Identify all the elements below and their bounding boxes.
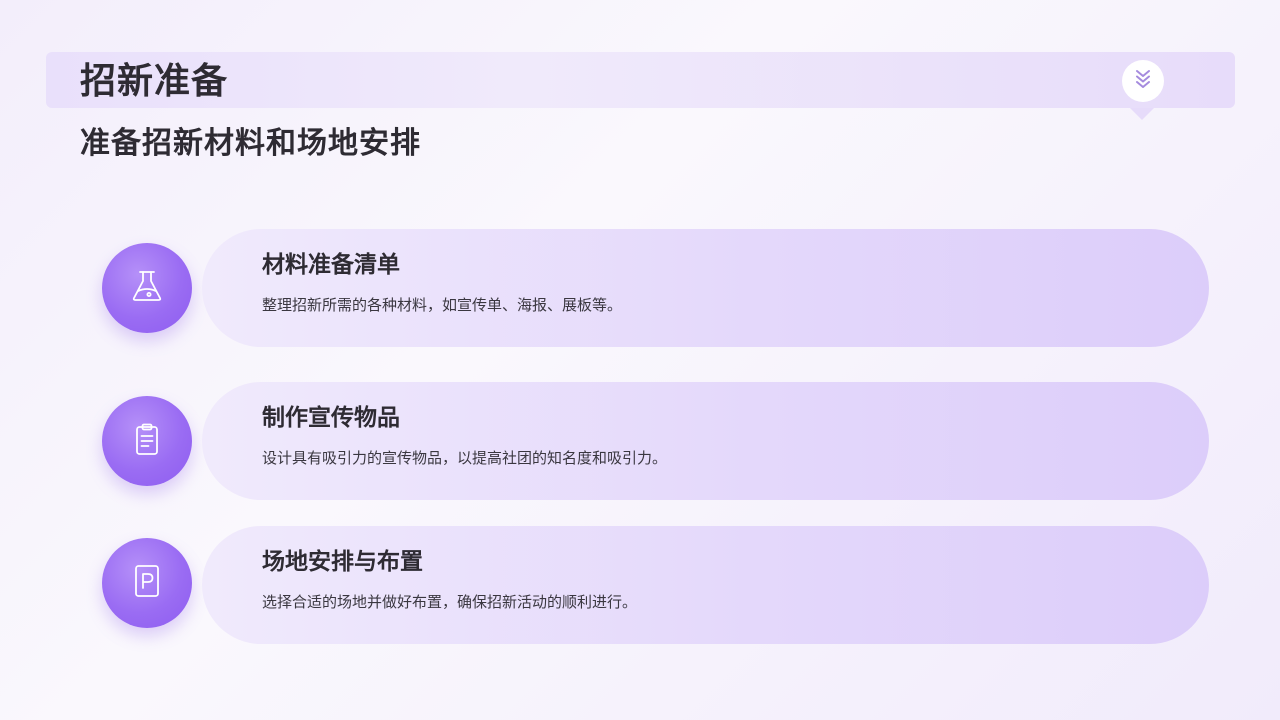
clipboard-icon: [127, 419, 167, 463]
list-item: 材料准备清单 整理招新所需的各种材料，如宣传单、海报、展板等。: [202, 229, 1209, 347]
item-title: 材料准备清单: [262, 252, 400, 278]
item-title: 场地安排与布置: [262, 549, 423, 575]
scroll-down-badge[interactable]: [1122, 60, 1164, 102]
parking-icon: [127, 561, 167, 605]
badge-pointer: [1130, 108, 1154, 120]
page-title: 招新准备: [80, 61, 229, 102]
item-title: 制作宣传物品: [262, 405, 400, 431]
item-description: 设计具有吸引力的宣传物品，以提高社团的知名度和吸引力。: [262, 449, 668, 467]
item-icon-circle: [102, 396, 192, 486]
flask-icon: [127, 266, 167, 310]
item-description: 整理招新所需的各种材料，如宣传单、海报、展板等。: [262, 296, 623, 314]
chevrons-down-icon: [1132, 68, 1154, 94]
page-subtitle: 准备招新材料和场地安排: [80, 126, 421, 161]
list-item: 场地安排与布置 选择合适的场地并做好布置，确保招新活动的顺利进行。: [202, 526, 1209, 644]
item-icon-circle: [102, 243, 192, 333]
item-icon-circle: [102, 538, 192, 628]
list-item: 制作宣传物品 设计具有吸引力的宣传物品，以提高社团的知名度和吸引力。: [202, 382, 1209, 500]
item-description: 选择合适的场地并做好布置，确保招新活动的顺利进行。: [262, 593, 638, 611]
